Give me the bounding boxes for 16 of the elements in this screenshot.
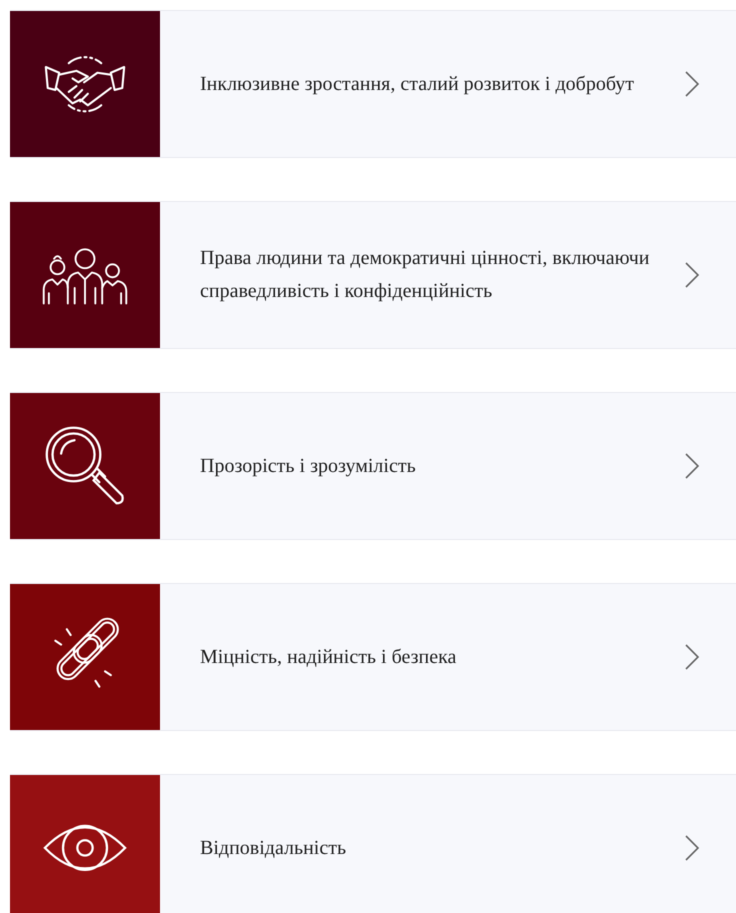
principle-card[interactable]: Прозорість і зрозумілість [10, 392, 736, 540]
principle-title: Права людини та демократичні цінності, включаючи справедливість і конфіденційність [200, 246, 651, 304]
principle-card[interactable]: Відповідальність [10, 774, 736, 913]
chevron-right-icon [684, 70, 700, 98]
principle-card[interactable]: Міцність, надійність і безпека [10, 583, 736, 731]
principle-card[interactable]: Інклюзивне зростання, сталий розвиток і добробут [10, 10, 736, 158]
eye-icon [42, 824, 128, 872]
principle-title: Відповідальність [200, 836, 348, 860]
principle-card[interactable]: Права людини та демократичні цінності, включаючи справедливість і конфіденційність [10, 201, 736, 349]
chevron-right-icon [684, 643, 700, 671]
chevron-right-icon [684, 452, 700, 480]
chevron-right-icon [684, 261, 700, 289]
principle-title: Міцність, надійність і безпека [200, 644, 458, 670]
principle-title: Інклюзивне зростання, сталий розвиток і добробут [200, 72, 635, 96]
principle-title: Прозорість і зрозумілість [200, 454, 417, 478]
chevron-right-icon [684, 834, 700, 862]
